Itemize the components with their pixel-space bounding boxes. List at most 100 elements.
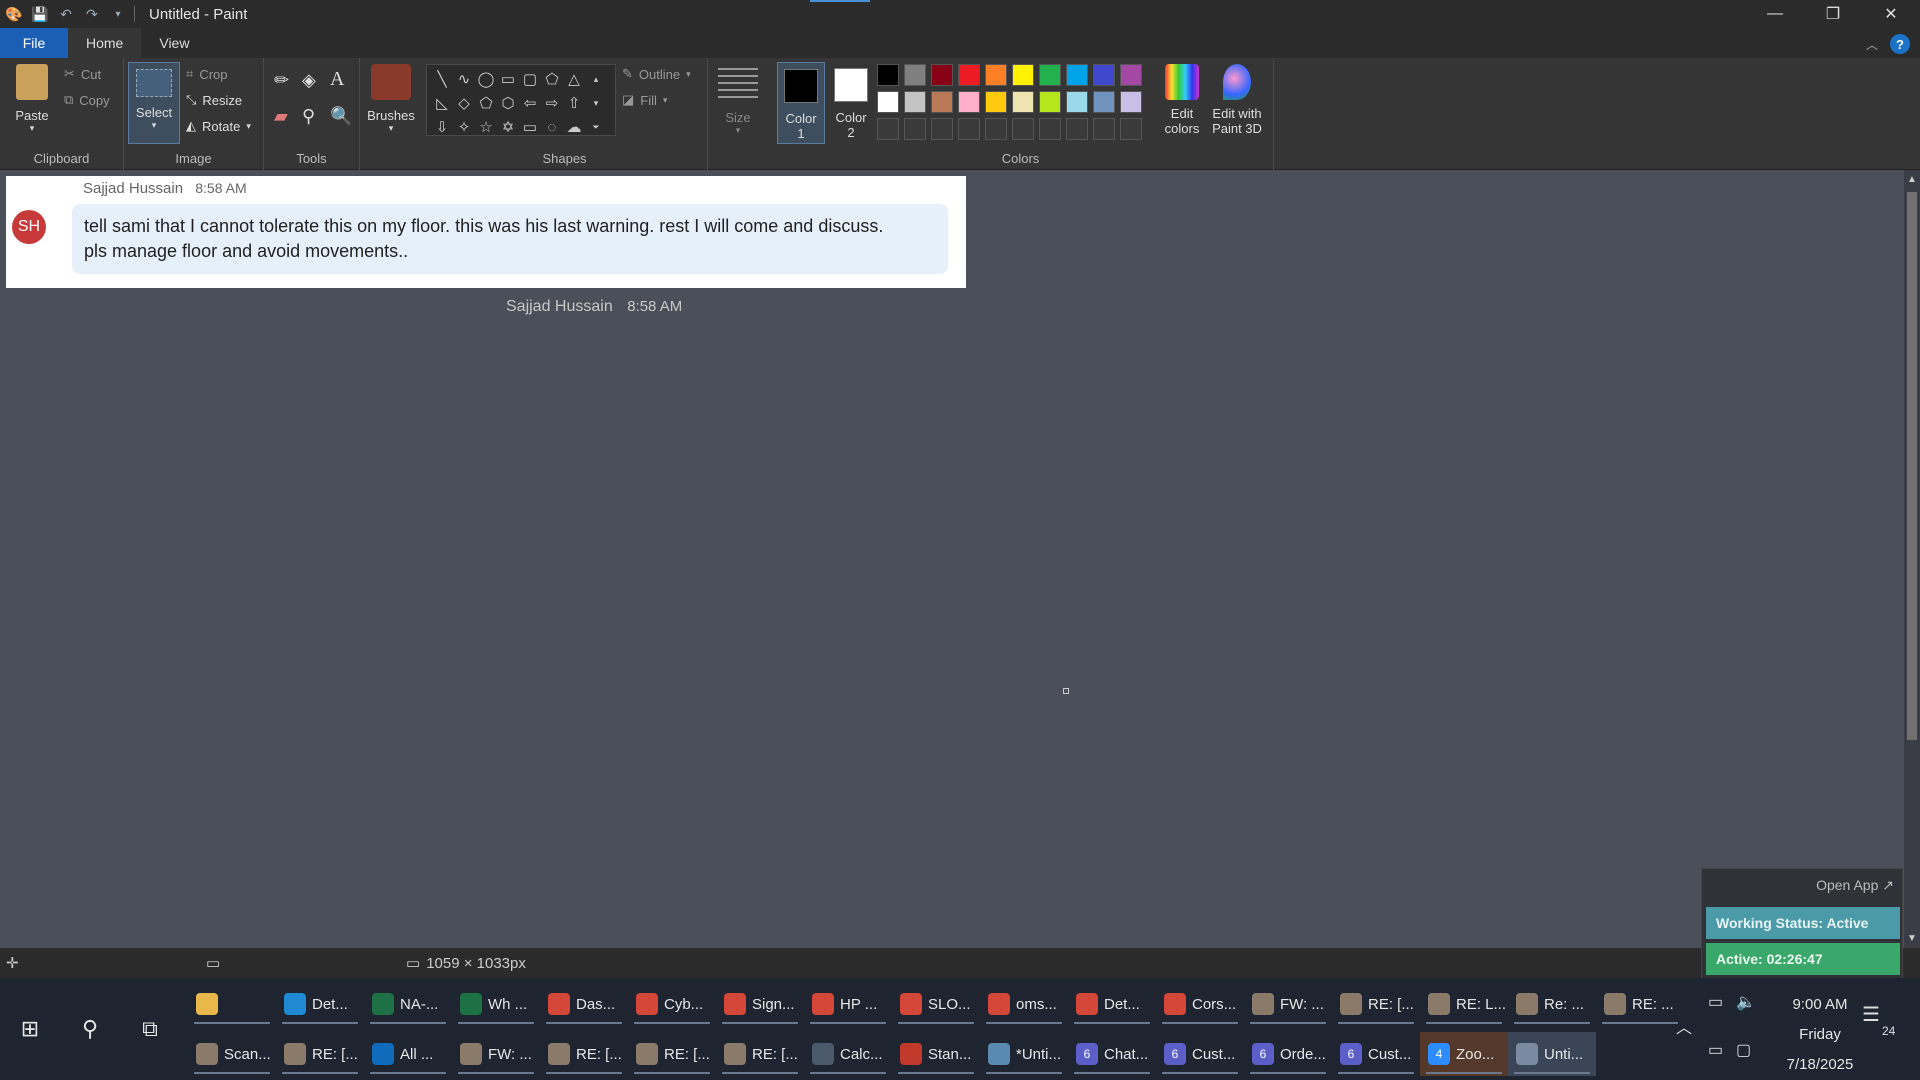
undo-icon[interactable]: ↶ [56,4,76,24]
text-tool-icon[interactable]: A [330,68,344,91]
four-point-star-shape-icon[interactable]: ✧ [453,115,475,139]
palette-swatch[interactable] [904,64,926,86]
tab-view[interactable]: View [141,28,207,58]
left-arrow-shape-icon[interactable]: ⇦ [519,91,541,115]
tab-home[interactable]: Home [68,28,142,58]
palette-swatch[interactable] [1093,118,1115,140]
diamond-shape-icon[interactable]: ◇ [453,91,475,115]
color1-button[interactable]: Color 1 [777,62,825,144]
palette-swatch[interactable] [1120,64,1142,86]
taskbar-app-button[interactable]: RE: [... [1332,982,1420,1026]
select-button[interactable]: Select ▾ [128,62,180,144]
display-icon[interactable]: ▢ [1736,1040,1751,1060]
taskbar-app-button[interactable]: 4 Zoo... [1420,1032,1508,1076]
network-icon[interactable]: ▭ [1708,1040,1723,1060]
taskbar-app-button[interactable]: 6 Orde... [1244,1032,1332,1076]
taskbar-app-button[interactable]: FW: ... [1244,982,1332,1026]
clock[interactable]: 9:00 AM Friday 7/18/2025 [1780,990,1860,1080]
shapes-gallery[interactable]: ╲ ∿ ◯ ▭ ▢ ⬠ △ ▴ ◺ ◇ ⬠ ⬡ ⇦ ⇨ ⇧ ▾ ⇩ ✧ ☆ ✡ … [426,64,616,136]
right-triangle-shape-icon[interactable]: ◺ [431,91,453,115]
edit-with-paint3d-button[interactable]: Edit with Paint 3D [1204,64,1270,136]
down-arrow-shape-icon[interactable]: ⇩ [431,115,453,139]
palette-swatch[interactable] [904,118,926,140]
copy-button[interactable]: ⧉ Copy [64,92,110,108]
taskbar-app-button[interactable]: Sign... [716,982,804,1026]
collapse-ribbon-icon[interactable]: ︿ [1866,36,1878,53]
magnifier-icon[interactable]: 🔍 [330,106,352,127]
scroll-up-arrow-icon[interactable]: ▲ [1904,174,1920,185]
callout-oval-shape-icon[interactable]: ◌ [541,115,563,139]
palette-swatch[interactable] [1066,64,1088,86]
crop-button[interactable]: ⌗ Crop [186,66,228,82]
six-point-star-shape-icon[interactable]: ✡ [497,115,519,139]
pentagon-shape-icon[interactable]: ⬠ [475,91,497,115]
palette-swatch[interactable] [1093,64,1115,86]
windows-start-icon[interactable]: ⊞ [0,978,60,1080]
scroll-up-icon[interactable]: ▴ [585,67,607,91]
rectangle-shape-icon[interactable]: ▭ [497,67,519,91]
taskbar-app-button[interactable]: RE: [... [276,1032,364,1076]
redo-icon[interactable]: ↷ [82,4,102,24]
line-shape-icon[interactable]: ╲ [431,67,453,91]
taskbar-app-button[interactable]: 6 Cust... [1156,1032,1244,1076]
palette-swatch[interactable] [1093,91,1115,113]
pencil-icon[interactable]: ✏ [274,70,289,91]
palette-swatch[interactable] [1039,91,1061,113]
taskbar-app-button[interactable]: Re: ... [1508,982,1596,1026]
show-hidden-icons-icon[interactable]: ︿ [1676,1014,1692,1038]
search-icon[interactable]: ⚲ [60,978,120,1080]
taskbar-app-button[interactable] [188,982,276,1026]
outline-button[interactable]: ✎ Outline ▾ [622,66,691,82]
palette-swatch[interactable] [1039,118,1061,140]
taskbar-app-button[interactable]: 6 Chat... [1068,1032,1156,1076]
taskbar-app-button[interactable]: NA-... [364,982,452,1026]
cut-button[interactable]: ✂ Cut [64,66,101,82]
palette-swatch[interactable] [904,91,926,113]
taskbar-app-button[interactable]: RE: [... [716,1032,804,1076]
battery-icon[interactable]: ▭ [1708,992,1723,1012]
palette-swatch[interactable] [1066,91,1088,113]
resize-button[interactable]: ⤡ Resize [186,92,242,108]
taskbar-app-button[interactable]: Das... [540,982,628,1026]
taskbar-app-button[interactable]: HP ... [804,982,892,1026]
edit-colors-button[interactable]: Edit colors [1152,64,1212,136]
tab-file[interactable]: File [0,28,68,58]
scrollbar-thumb[interactable] [1907,192,1917,740]
palette-swatch[interactable] [877,64,899,86]
palette-swatch[interactable] [985,118,1007,140]
taskbar-app-button[interactable]: Det... [1068,982,1156,1026]
restore-button[interactable]: ❐ [1804,0,1862,28]
palette-swatch[interactable] [931,91,953,113]
curve-shape-icon[interactable]: ∿ [453,67,475,91]
five-point-star-shape-icon[interactable]: ☆ [475,115,497,139]
taskbar-app-button[interactable]: Scan... [188,1032,276,1076]
palette-swatch[interactable] [958,91,980,113]
customize-quick-access-icon[interactable]: ▾ [108,4,128,24]
taskbar-app-button[interactable]: 6 Cust... [1332,1032,1420,1076]
paste-button[interactable]: Paste ▾ [10,64,54,134]
fill-bucket-icon[interactable]: ◈ [302,70,316,91]
vertical-scrollbar[interactable]: ▲ ▼ [1904,170,1920,948]
taskbar-app-button[interactable]: Det... [276,982,364,1026]
eraser-icon[interactable]: ▰ [274,106,288,127]
up-arrow-shape-icon[interactable]: ⇧ [563,91,585,115]
taskbar-app-button[interactable]: Wh ... [452,982,540,1026]
palette-swatch[interactable] [877,118,899,140]
taskbar-app-button[interactable]: RE: L... [1420,982,1508,1026]
rotate-button[interactable]: ◭ Rotate ▾ [186,118,251,134]
close-button[interactable]: ✕ [1862,0,1920,28]
notification-center-icon[interactable]: ☰ 24 [1862,1002,1902,1042]
oval-shape-icon[interactable]: ◯ [475,67,497,91]
size-button[interactable]: Size ▾ [714,68,762,136]
scroll-down-arrow-icon[interactable]: ▼ [1904,933,1920,944]
taskbar-app-button[interactable]: oms... [980,982,1068,1026]
palette-swatch[interactable] [1012,91,1034,113]
taskbar-app-button[interactable]: RE: ... [1596,982,1684,1026]
palette-swatch[interactable] [931,64,953,86]
taskbar-app-button[interactable]: RE: [... [628,1032,716,1076]
rounded-rectangle-shape-icon[interactable]: ▢ [519,67,541,91]
hexagon-shape-icon[interactable]: ⬡ [497,91,519,115]
callout-rect-shape-icon[interactable]: ▭ [519,115,541,139]
palette-swatch[interactable] [1012,64,1034,86]
help-icon[interactable]: ? [1890,34,1910,54]
